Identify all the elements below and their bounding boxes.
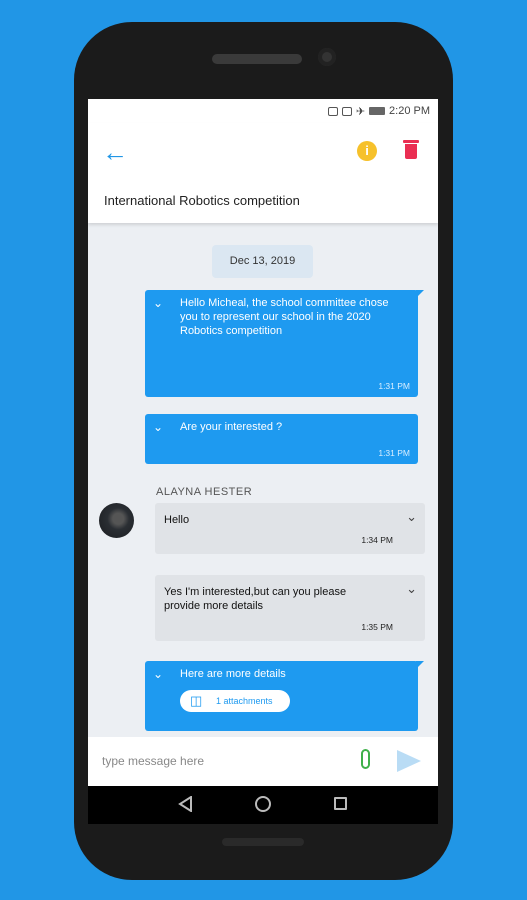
chevron-down-icon[interactable]: ⌄ <box>153 667 163 681</box>
send-icon[interactable] <box>397 750 421 772</box>
message-time: 1:34 PM <box>361 535 393 545</box>
outgoing-message[interactable]: ⌄ Here are more details ◫ 1 attachments <box>145 661 424 731</box>
sender-name: ALAYNA HESTER <box>156 486 253 498</box>
chat-header: ← i International Robotics competition <box>88 123 438 223</box>
attachment-chip[interactable]: ◫ 1 attachments <box>180 690 290 712</box>
message-time: 1:31 PM <box>378 381 410 391</box>
status-bar: ✈ 2:20 PM <box>88 99 438 123</box>
trash-icon[interactable] <box>403 140 419 159</box>
bubble-tail <box>416 290 424 298</box>
nav-home-icon[interactable] <box>255 796 271 812</box>
avatar[interactable] <box>99 503 134 538</box>
message-composer <box>88 737 438 786</box>
outgoing-message[interactable]: ⌄ Hello Micheal, the school committee ch… <box>145 290 424 397</box>
message-time: 1:31 PM <box>378 448 410 458</box>
date-separator: Dec 13, 2019 <box>212 245 313 278</box>
status-time: 2:20 PM <box>389 105 430 117</box>
paperclip-shape <box>361 749 370 769</box>
message-input[interactable] <box>102 751 342 771</box>
message-text: Yes I'm interested,but can you please pr… <box>164 586 347 612</box>
phone-speaker <box>212 54 302 64</box>
info-icon[interactable]: i <box>357 141 377 161</box>
message-text: Hello <box>164 514 190 526</box>
vibrate-icon <box>327 106 338 116</box>
paperclip-icon[interactable] <box>359 749 373 771</box>
chat-title: International Robotics competition <box>104 193 300 208</box>
trash-bin <box>405 144 417 159</box>
app-screen: ✈ 2:20 PM ← i International Robotics com… <box>88 99 438 786</box>
chevron-down-icon[interactable]: ⌄ <box>153 420 163 434</box>
android-nav-bar <box>88 786 438 824</box>
chevron-down-icon[interactable]: ⌄ <box>153 296 163 310</box>
message-text: Here are more details <box>180 668 286 680</box>
message-text: Are your interested ? <box>180 421 283 433</box>
message-time: 1:35 PM <box>361 622 393 632</box>
attachment-label: 1 attachments <box>216 696 273 706</box>
paperclip-icon: ◫ <box>190 693 203 708</box>
nav-back-icon[interactable] <box>178 796 194 812</box>
status-icons: ✈ <box>327 105 386 118</box>
chevron-down-icon[interactable]: ⌄ <box>406 509 417 525</box>
battery-icon <box>369 107 386 115</box>
phone-bottom-speaker <box>222 838 304 846</box>
airplane-icon: ✈ <box>355 105 366 118</box>
outgoing-message[interactable]: ⌄ Are your interested ? 1:31 PM <box>145 414 418 464</box>
nav-recents-icon[interactable] <box>334 797 347 810</box>
phone-camera <box>318 48 336 66</box>
incoming-message[interactable]: Yes I'm interested,but can you please pr… <box>155 575 425 641</box>
message-text: Hello Micheal, the school committee chos… <box>180 297 389 337</box>
wifi-icon <box>341 106 352 116</box>
incoming-message[interactable]: Hello ⌄ 1:34 PM <box>155 503 425 554</box>
back-arrow-icon[interactable]: ← <box>102 139 130 167</box>
bubble-tail <box>416 661 424 669</box>
chevron-down-icon[interactable]: ⌄ <box>406 581 417 597</box>
trash-lid <box>403 140 419 143</box>
